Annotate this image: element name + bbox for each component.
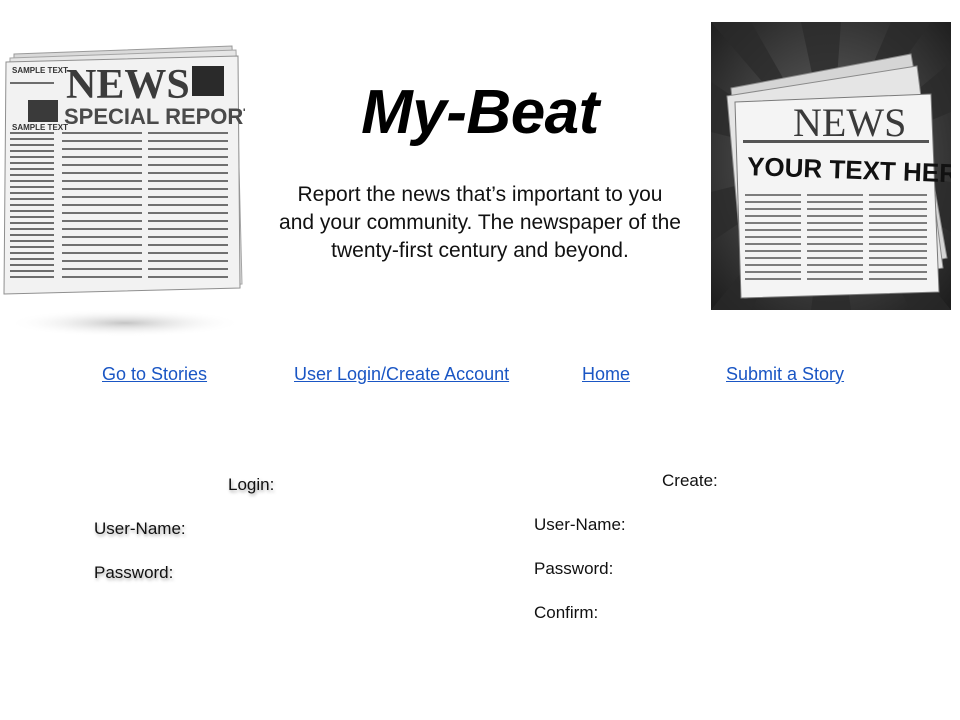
create-confirm-label: Confirm:	[534, 603, 599, 622]
create-heading: Create:	[662, 471, 718, 490]
nav-link-user-login-create-account[interactable]: User Login/Create Account	[294, 363, 509, 385]
left-subheadline: SPECIAL REPORT	[64, 104, 245, 129]
create-password-label: Password:	[534, 559, 614, 578]
right-headline: NEWS	[793, 100, 906, 145]
nav-link-home[interactable]: Home	[582, 363, 630, 385]
nav-link-submit-a-story[interactable]: Submit a Story	[726, 363, 844, 385]
newspaper-special-report-image: SAMPLE TEXT SAMPLE TEXT NEWS SPECIAL REP…	[0, 40, 257, 340]
login-username-label: User-Name:	[94, 519, 186, 538]
create-username-label: User-Name:	[534, 515, 626, 534]
newspaper-your-text-here-icon: NEWS YOUR TEXT HERE!	[711, 22, 960, 310]
tagline-line: Report the news that’s important to you	[297, 183, 663, 206]
left-headline: NEWS	[66, 62, 190, 108]
newspaper-your-text-here-image: NEWS YOUR TEXT HERE!	[711, 22, 960, 310]
tagline-line: twenty-first century and beyond.	[331, 239, 629, 262]
login-password-label: Password:	[94, 563, 174, 582]
nav-link-go-to-stories[interactable]: Go to Stories	[102, 363, 207, 385]
left-sample-text-1: SAMPLE TEXT	[12, 66, 68, 75]
left-sample-text-2: SAMPLE TEXT	[12, 123, 68, 132]
newspaper-special-report-icon: SAMPLE TEXT SAMPLE TEXT NEWS SPECIAL REP…	[3, 45, 257, 337]
site-tagline: Report the news that’s important to you …	[240, 181, 720, 265]
tagline-line: and your community. The newspaper of the	[279, 211, 681, 234]
login-heading: Login:	[228, 475, 275, 494]
site-title: My-Beat	[361, 78, 599, 147]
